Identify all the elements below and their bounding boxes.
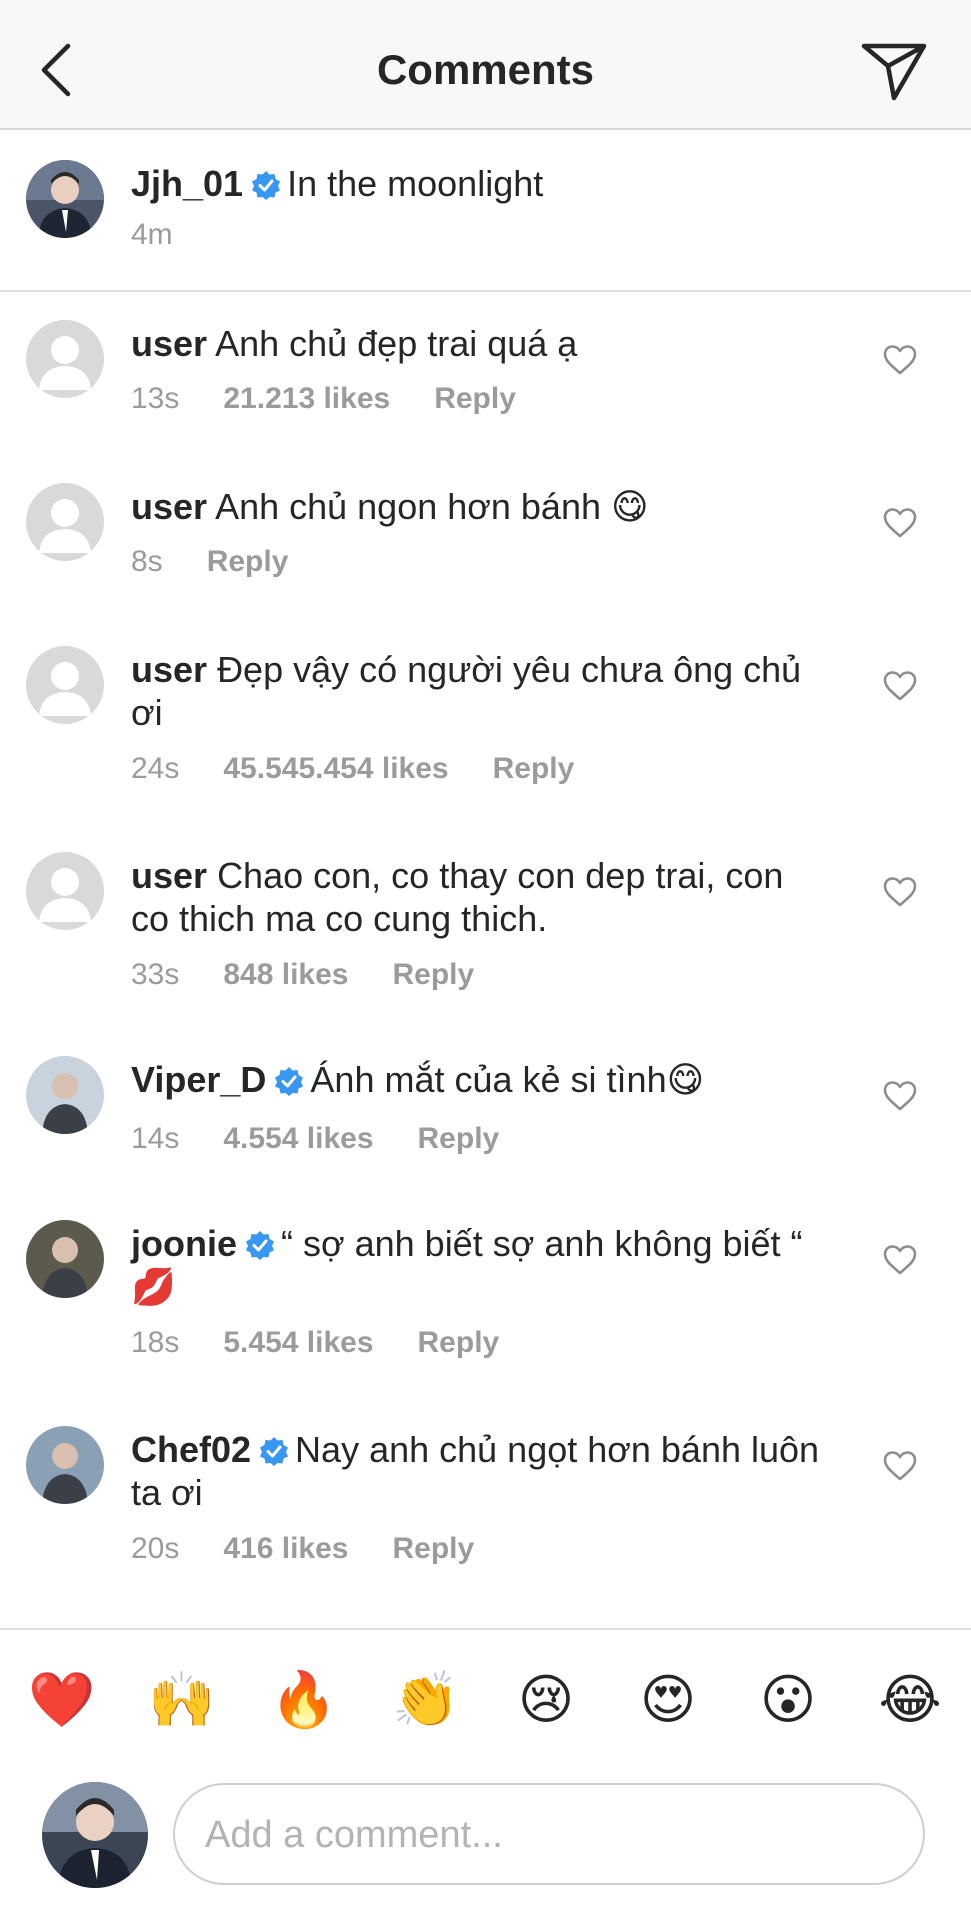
like-heart-icon[interactable] (882, 1450, 918, 1482)
comment-body: Ánh mắt của kẻ si tình😋 (310, 1059, 705, 1100)
paper-plane-icon[interactable] (860, 40, 928, 102)
comment-body: Anh chủ ngon hơn bánh 😋 (215, 486, 649, 527)
comment-text: joonie “ sợ anh biết sợ anh không biết “ … (131, 1222, 821, 1308)
current-user-avatar[interactable] (42, 1782, 148, 1888)
reply-button[interactable]: Reply (493, 752, 575, 785)
comment-likes[interactable]: 21.213 likes (223, 382, 390, 415)
comment-time: 20s (131, 1532, 180, 1565)
raised-hands-emoji[interactable]: 🙌 (148, 1668, 215, 1732)
comment-username[interactable]: user (131, 649, 207, 690)
comment-username[interactable]: Chef02 (131, 1429, 251, 1470)
avatar[interactable] (26, 160, 104, 238)
profile-photo (26, 1056, 104, 1134)
comment-text: user Đẹp vậy có người yêu chưa ông chủ ơ… (131, 648, 821, 734)
comment-likes[interactable]: 45.545.454 likes (223, 752, 448, 785)
comment-body: Đẹp vậy có người yêu chưa ông chủ ơi (131, 649, 802, 733)
avatar[interactable] (26, 646, 104, 724)
verified-badge-icon (252, 171, 281, 200)
comment-likes[interactable]: 5.454 likes (223, 1326, 373, 1359)
comment-time: 18s (131, 1326, 180, 1359)
comment-username[interactable]: user (131, 486, 207, 527)
comment-text: user Anh chủ ngon hơn bánh 😋 (131, 485, 821, 528)
heart-emoji[interactable]: ❤️ (28, 1668, 95, 1732)
avatar[interactable] (26, 1426, 104, 1504)
comment-time: 14s (131, 1122, 180, 1155)
comment-body: Anh chủ đẹp trai quá ạ (215, 323, 578, 364)
comment-meta: 33s 848 likes Reply (131, 958, 518, 992)
avatar[interactable] (26, 1056, 104, 1134)
verified-badge-icon (260, 1437, 289, 1466)
comment-time: 8s (131, 545, 163, 578)
caption-body: In the moonlight (287, 163, 544, 204)
comment-meta: 24s 45.545.454 likes Reply (131, 752, 618, 786)
top-bar: Comments (0, 0, 971, 130)
comment-username[interactable]: joonie (131, 1223, 237, 1264)
like-heart-icon[interactable] (882, 876, 918, 908)
profile-photo (26, 1220, 104, 1298)
reply-button[interactable]: Reply (393, 1532, 475, 1565)
clapping-emoji[interactable]: 👏 (392, 1668, 459, 1732)
comment-likes[interactable]: 848 likes (223, 958, 348, 991)
comment-text: Viper_D Ánh mắt của kẻ si tình😋 (131, 1058, 821, 1101)
comment-username[interactable]: user (131, 855, 207, 896)
verified-badge-icon (246, 1231, 274, 1260)
like-heart-icon[interactable] (882, 507, 918, 539)
default-avatar-icon (39, 662, 91, 716)
like-heart-icon[interactable] (882, 1244, 918, 1276)
post-caption: Jjh_01 In the moonlight 4m (0, 130, 971, 292)
reply-button[interactable]: Reply (418, 1326, 500, 1359)
verified-badge-icon (275, 1067, 304, 1096)
comment-username[interactable]: user (131, 323, 207, 364)
profile-photo (26, 160, 104, 238)
avatar[interactable] (26, 320, 104, 398)
comment-meta: 20s 416 likes Reply (131, 1532, 518, 1566)
caption-time: 4m (131, 218, 173, 251)
page-title: Comments (376, 46, 595, 93)
comment-meta: 14s 4.554 likes Reply (131, 1122, 543, 1156)
comment-meta: 18s 5.454 likes Reply (131, 1326, 543, 1360)
divider (0, 1628, 971, 1630)
avatar[interactable] (26, 1220, 104, 1298)
default-avatar-icon (39, 336, 91, 390)
profile-photo (42, 1782, 148, 1888)
caption-username[interactable]: Jjh_01 (131, 163, 243, 204)
comment-text: user Chao con, co thay con dep trai, con… (131, 854, 821, 940)
comment-time: 13s (131, 382, 180, 415)
crying-emoji[interactable]: 😢 (514, 1668, 578, 1732)
default-avatar-icon (39, 868, 91, 922)
comment-meta: 8s Reply (131, 545, 332, 579)
comment-likes[interactable]: 4.554 likes (223, 1122, 373, 1155)
comment-username[interactable]: Viper_D (131, 1059, 266, 1100)
caption-text: Jjh_01 In the moonlight (131, 162, 821, 205)
comment-text: Chef02 Nay anh chủ ngọt hơn bánh luôn ta … (131, 1428, 821, 1514)
like-heart-icon[interactable] (882, 670, 918, 702)
reply-button[interactable]: Reply (207, 545, 289, 578)
comment-time: 33s (131, 958, 180, 991)
comment-text: user Anh chủ đẹp trai quá ạ (131, 322, 821, 365)
comment-meta: 13s 21.213 likes Reply (131, 382, 560, 416)
reply-button[interactable]: Reply (418, 1122, 500, 1155)
comment-input-container (173, 1783, 925, 1885)
fire-emoji[interactable]: 🔥 (270, 1668, 337, 1732)
avatar[interactable] (26, 483, 104, 561)
default-avatar-icon (39, 499, 91, 553)
surprised-emoji[interactable]: 😮 (756, 1668, 820, 1732)
heart-eyes-emoji[interactable]: 😍 (636, 1668, 700, 1732)
profile-photo (26, 1426, 104, 1504)
like-heart-icon[interactable] (882, 1080, 918, 1112)
avatar[interactable] (26, 852, 104, 930)
caption-meta: 4m (131, 218, 217, 252)
comment-likes[interactable]: 416 likes (223, 1532, 348, 1565)
tears-of-joy-emoji[interactable]: 😂 (878, 1668, 942, 1732)
reply-button[interactable]: Reply (393, 958, 475, 991)
comment-body: Chao con, co thay con dep trai, con co t… (131, 855, 784, 939)
comment-time: 24s (131, 752, 180, 785)
reply-button[interactable]: Reply (434, 382, 516, 415)
comment-input[interactable] (203, 1803, 887, 1867)
like-heart-icon[interactable] (882, 344, 918, 376)
